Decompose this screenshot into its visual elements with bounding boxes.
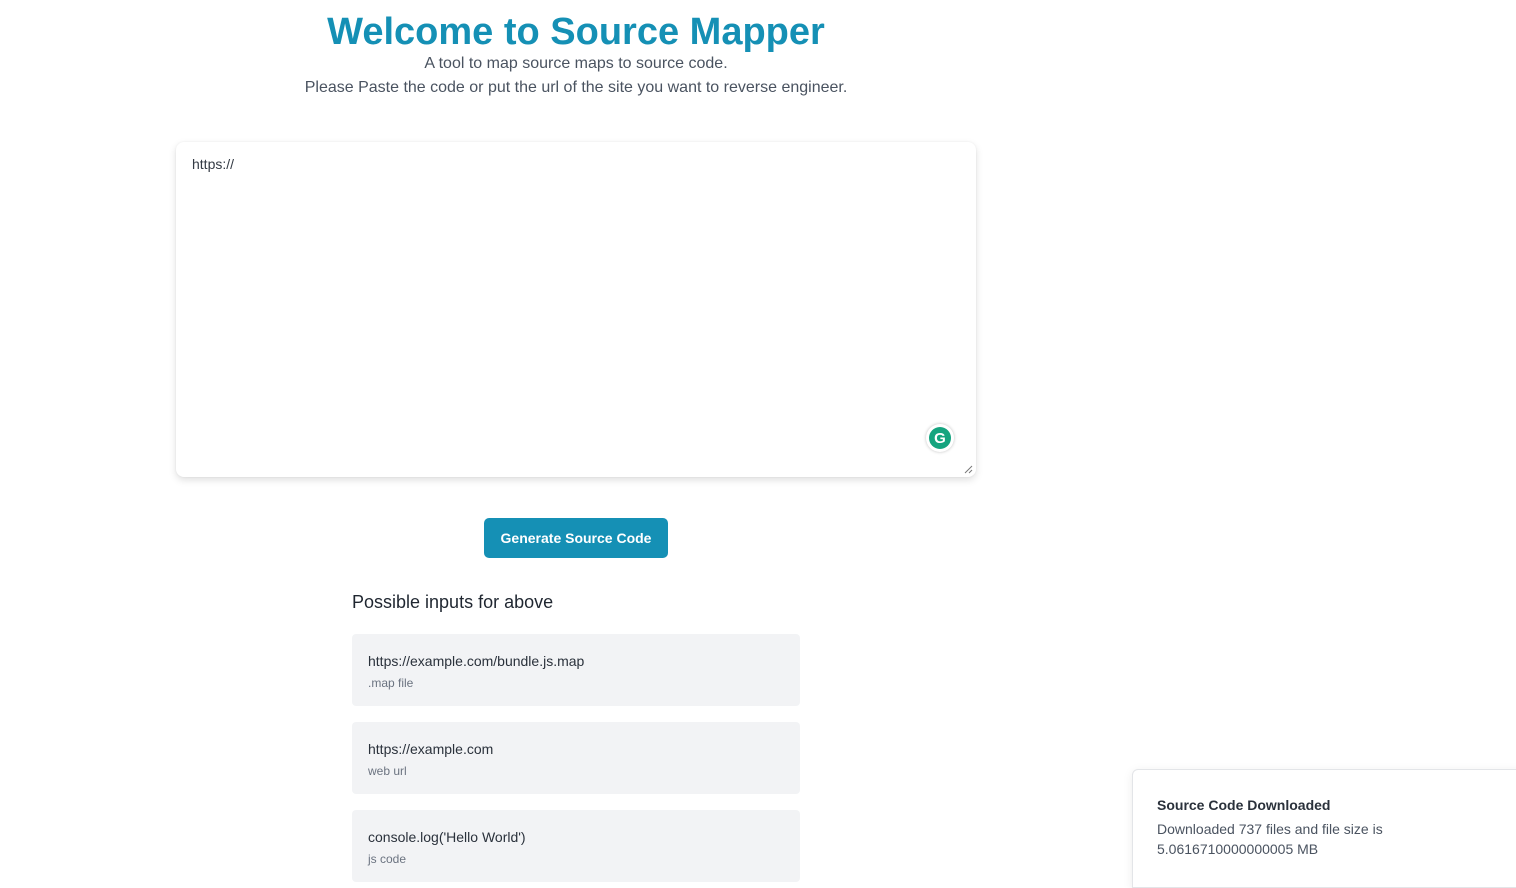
example-input-card[interactable]: https://example.com web url (352, 722, 800, 794)
possible-inputs-heading: Possible inputs for above (352, 592, 554, 612)
page-title: Welcome to Source Mapper (327, 11, 825, 53)
example-input-type: js code (368, 852, 407, 866)
generate-source-code-button[interactable]: Generate Source Code (484, 518, 668, 558)
resize-handle-icon[interactable] (963, 464, 973, 474)
page-instructions: Please Paste the code or put the url of … (304, 79, 848, 96)
example-input-card[interactable]: https://example.com/bundle.js.map .map f… (352, 634, 800, 706)
example-input-value: console.log('Hello World') (368, 829, 526, 845)
grammarly-g-glyph: G (929, 427, 951, 449)
toast-message: Downloaded 737 files and file size is 5.… (1157, 821, 1383, 857)
example-input-value: https://example.com/bundle.js.map (368, 653, 585, 669)
source-input-value: https:// (192, 156, 235, 172)
page: Welcome to Source Mapper A tool to map s… (0, 0, 1516, 888)
example-input-type: .map file (368, 676, 414, 690)
download-toast: Source Code Downloaded Downloaded 737 fi… (1132, 769, 1516, 888)
page-subtitle: A tool to map source maps to source code… (424, 55, 728, 72)
source-input-textarea[interactable]: https:// G (176, 142, 976, 477)
toast-title: Source Code Downloaded (1157, 797, 1331, 813)
grammarly-icon[interactable]: G (926, 424, 954, 452)
example-input-type: web url (368, 764, 407, 778)
example-input-value: https://example.com (368, 741, 494, 757)
example-input-card[interactable]: console.log('Hello World') js code (352, 810, 800, 882)
